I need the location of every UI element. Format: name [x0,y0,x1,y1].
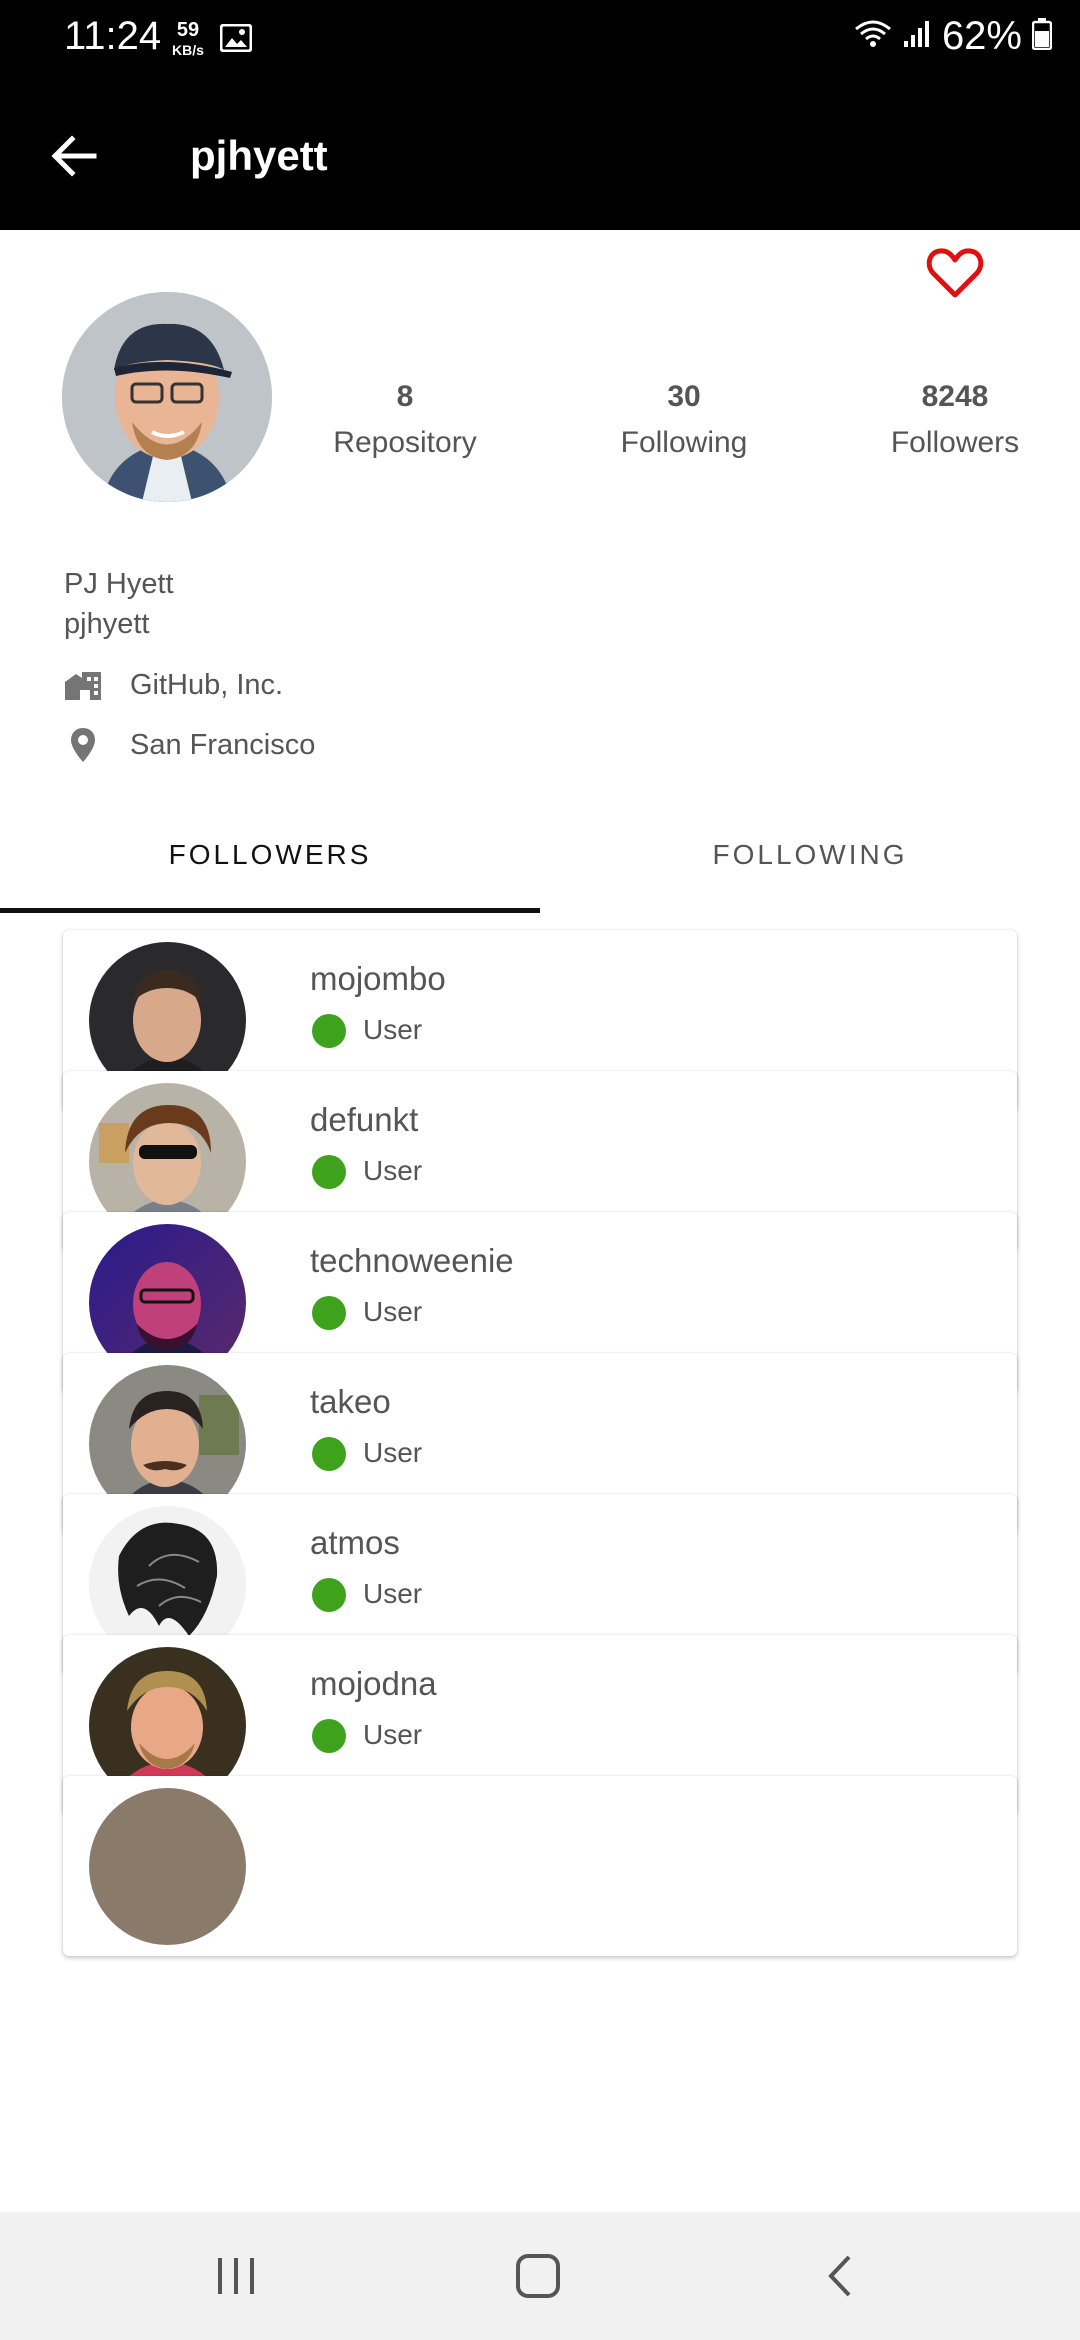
back-icon [828,2255,851,2297]
user-type: User [363,1719,423,1750]
company-text: GitHub, Inc. [130,668,284,701]
network-speed: 59 KB/s [172,20,204,60]
user-login: technoweenie [310,1242,514,1279]
home-button[interactable] [508,2246,568,2306]
status-right-group: 62% [854,14,1053,59]
battery-percent: 62% [941,14,1022,58]
stat-value: 8 [396,380,414,413]
profile-login: pjhyett [64,608,150,640]
user-login: atmos [310,1524,400,1561]
stat-value: 8248 [921,380,989,413]
status-time: 11:24 [64,14,162,58]
location-text: San Francisco [130,728,316,761]
status-dot [312,1437,346,1471]
user-login: defunkt [310,1101,419,1138]
stat-repositories: 8 Repository [295,380,515,460]
location-pin-icon [64,726,102,764]
wifi-icon [854,19,892,54]
status-dot [312,1296,346,1330]
user-login: takeo [310,1383,391,1420]
page-title: pjhyett [190,132,328,179]
back-button[interactable] [48,130,100,182]
tab-following[interactable]: FOLLOWING [540,800,1080,912]
heart-outline-icon [926,248,984,298]
profile-avatar [62,292,272,502]
followers-list[interactable]: mojombo User defunkt User technoweenie U… [0,916,1080,2212]
user-avatar [89,1788,246,1945]
list-item[interactable] [63,1776,1017,1956]
user-type: User [363,1296,423,1327]
status-dot [312,1578,346,1612]
recent-apps-button[interactable] [206,2246,266,2306]
network-speed-unit: KB/s [172,42,204,58]
signal-icon [902,19,932,54]
status-dot [312,1719,346,1753]
user-type: User [363,1014,423,1045]
stat-label: Repository [333,426,477,459]
image-icon [219,23,253,57]
recent-apps-icon [218,2258,254,2294]
network-speed-value: 59 [176,19,200,41]
stat-following: 30 Following [574,380,794,460]
tab-bar: FOLLOWERS FOLLOWING [0,800,1080,916]
company-row: GitHub, Inc. [64,666,283,704]
user-login: mojombo [310,960,446,997]
user-type: User [363,1437,423,1468]
tab-followers[interactable]: FOLLOWERS [0,800,540,912]
status-dot [312,1014,346,1048]
stat-label: Following [620,426,748,459]
location-row: San Francisco [64,726,315,764]
system-nav-bar [0,2212,1080,2340]
user-type: User [363,1578,423,1609]
arrow-left-icon [51,135,97,177]
status-dot [312,1155,346,1189]
battery-icon [1031,18,1053,55]
profile-name: PJ Hyett [64,568,174,600]
status-bar: 11:24 59 KB/s 62% [0,0,1080,80]
tab-indicator [0,908,540,913]
user-type: User [363,1155,423,1186]
user-login: mojodna [310,1665,437,1702]
stat-followers: 8248 Followers [845,380,1065,460]
building-icon [64,666,102,704]
home-icon [516,2254,560,2298]
stat-label: Followers [890,426,1020,459]
stat-value: 30 [667,380,701,413]
system-back-button[interactable] [810,2246,870,2306]
favorite-button[interactable] [925,245,985,301]
app-bar: pjhyett [0,80,1080,230]
